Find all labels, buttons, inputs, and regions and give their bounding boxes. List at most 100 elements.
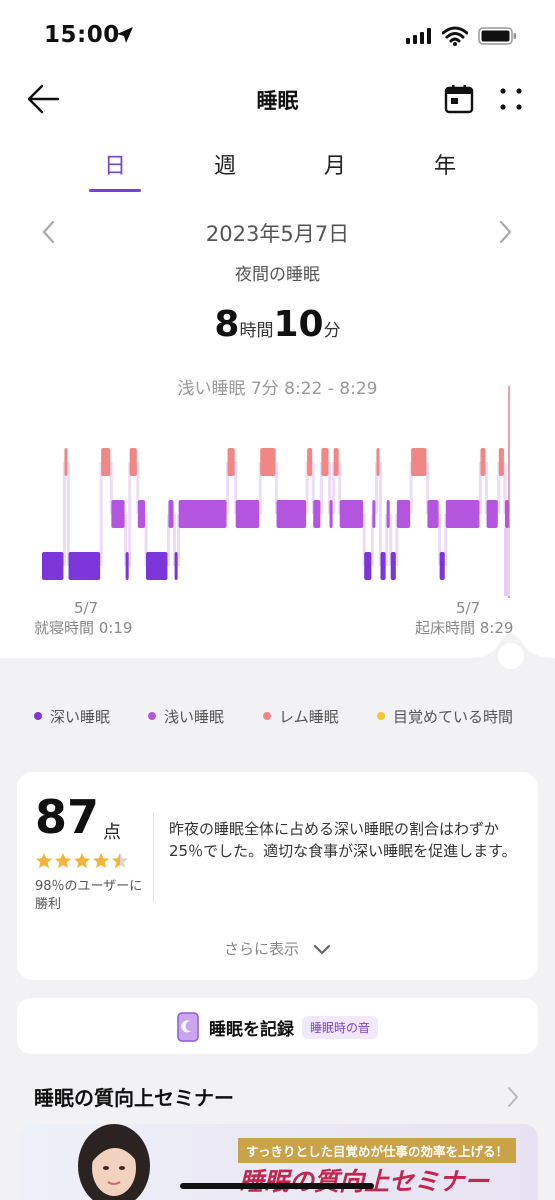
- duration-hours-unit: 時間: [239, 321, 274, 341]
- presenter-photo: [78, 1124, 150, 1200]
- sleep-phone-icon: [177, 1012, 199, 1042]
- home-indicator[interactable]: [180, 1183, 374, 1189]
- tab-month[interactable]: 月: [280, 150, 390, 194]
- sleep-stage-segment[interactable]: [42, 552, 64, 580]
- legend-item-light: 浅い睡眠: [148, 706, 224, 727]
- sleep-stage-segment[interactable]: [260, 448, 276, 476]
- sleep-stage-segment[interactable]: [480, 448, 486, 476]
- record-sleep-button[interactable]: 睡眠を記録 睡眠時の音: [17, 998, 538, 1054]
- sleep-duration: 8時間10分: [0, 304, 555, 345]
- score-unit: 点: [103, 822, 121, 843]
- seminar-section-title[interactable]: 睡眠の質向上セミナー: [34, 1082, 234, 1111]
- sleep-stage-segment[interactable]: [396, 500, 411, 528]
- sleep-stage-segment[interactable]: [101, 448, 111, 476]
- sleep-stage-segment[interactable]: [276, 500, 307, 528]
- start-date-label: 5/7: [74, 599, 99, 617]
- legend-label: 目覚めている時間: [393, 708, 514, 726]
- chevron-right-icon[interactable]: [506, 1086, 520, 1108]
- sleep-stage-segment[interactable]: [64, 448, 68, 476]
- sleep-stage-segment[interactable]: [125, 552, 129, 580]
- sleep-stage-segment[interactable]: [178, 500, 227, 528]
- more-options-icon[interactable]: [498, 84, 524, 114]
- record-sleep-label: 睡眠を記録: [208, 1019, 294, 1040]
- panel-curve: [0, 634, 555, 670]
- sleep-hypnogram-chart[interactable]: [0, 380, 555, 600]
- half-star-icon: [112, 853, 128, 868]
- tab-week[interactable]: 週: [170, 150, 280, 194]
- sleep-stage-segment[interactable]: [386, 500, 390, 528]
- sleep-stage-segment[interactable]: [227, 448, 235, 476]
- nav-bar: 睡眠: [0, 74, 555, 124]
- chevron-right-icon[interactable]: [496, 220, 514, 244]
- calendar-icon[interactable]: [444, 84, 474, 114]
- sleep-stage-segment[interactable]: [390, 552, 396, 580]
- sleep-stage-segment[interactable]: [329, 500, 333, 528]
- divider: [153, 812, 154, 902]
- deep-sleep-dot-icon: [34, 712, 42, 720]
- show-more-button[interactable]: さらに表示: [17, 938, 538, 959]
- sleep-stage-segment[interactable]: [445, 500, 480, 528]
- sleep-stage-segment[interactable]: [68, 552, 101, 580]
- selected-segment-highlight: [504, 528, 510, 596]
- sleep-stage-segment[interactable]: [313, 500, 321, 528]
- location-arrow-icon: [117, 27, 133, 43]
- sleep-stage-segment[interactable]: [439, 552, 445, 580]
- sleep-stage-segment[interactable]: [380, 552, 386, 580]
- stage-transition: [67, 462, 71, 566]
- current-date: 2023年5月7日: [205, 222, 350, 246]
- sleep-sound-tag[interactable]: 睡眠時の音: [301, 1015, 378, 1039]
- sleep-stage-segment[interactable]: [372, 500, 376, 528]
- stage-transition: [379, 462, 383, 566]
- sleep-stage-segment[interactable]: [339, 500, 364, 528]
- status-time: 15:00: [44, 22, 120, 48]
- star-icon: [74, 853, 90, 868]
- sleep-stage-segment[interactable]: [376, 448, 380, 476]
- sleep-stage-segment[interactable]: [174, 552, 178, 580]
- stage-transition: [62, 462, 66, 566]
- sleep-score-card: 87 点 98％のユーザーに勝利 昨夜の睡眠全体に占める深い睡眠の割合はわずか2…: [17, 772, 538, 980]
- legend-item-deep: 深い睡眠: [34, 706, 110, 727]
- sleep-stage-segment[interactable]: [411, 448, 427, 476]
- sleep-stage-segment[interactable]: [168, 500, 174, 528]
- sleep-stage-segment[interactable]: [129, 448, 137, 476]
- sleep-stage-segment[interactable]: [427, 500, 439, 528]
- sleep-stage-segment[interactable]: [146, 552, 168, 580]
- sleep-stage-segment[interactable]: [111, 500, 125, 528]
- stage-transition: [128, 462, 132, 566]
- light-sleep-dot-icon: [148, 712, 156, 720]
- battery-icon: [478, 27, 516, 45]
- legend-label: 深い睡眠: [50, 708, 111, 726]
- legend-label: 浅い睡眠: [164, 708, 225, 726]
- tab-year[interactable]: 年: [390, 150, 500, 194]
- sleep-stage-segment[interactable]: [364, 552, 372, 580]
- date-navigator: 2023年5月7日: [0, 214, 555, 250]
- star-icon: [36, 853, 52, 868]
- status-bar: 15:00: [0, 0, 555, 70]
- banner-tagline: すっきりとした目覚めが仕事の効率を上げる！: [238, 1138, 517, 1163]
- scrub-handle[interactable]: [498, 643, 524, 669]
- star-icon: [55, 853, 71, 868]
- sleep-stage-segment[interactable]: [307, 448, 313, 476]
- sleep-score: 87: [35, 790, 100, 844]
- stage-transition: [99, 462, 103, 566]
- banner-title: 睡眠の質向上セミナー: [239, 1167, 490, 1196]
- show-more-label: さらに表示: [223, 940, 299, 958]
- sleep-stage-segment[interactable]: [498, 448, 504, 476]
- sleep-type-label: 夜間の睡眠: [235, 265, 320, 285]
- star-rating: [36, 853, 128, 868]
- sleep-stage-segment[interactable]: [333, 448, 339, 476]
- sleep-stage-segment[interactable]: [486, 500, 498, 528]
- cellular-signal-icon: [406, 28, 431, 44]
- sleep-stage-segment[interactable]: [235, 500, 260, 528]
- duration-minutes-unit: 分: [323, 321, 341, 341]
- tab-day[interactable]: 日: [60, 150, 170, 194]
- chevron-down-icon: [313, 944, 331, 955]
- sleep-stage-segment[interactable]: [137, 500, 145, 528]
- sleep-stage-segment[interactable]: [321, 448, 329, 476]
- summary-panel: 15:00 睡眠 日 週 月 年 2023年5月7日 夜間の睡眠 8時間10分 …: [0, 0, 555, 660]
- duration-minutes: 10: [273, 304, 324, 345]
- rem-sleep-dot-icon: [263, 712, 271, 720]
- legend-label: レム睡眠: [279, 708, 339, 726]
- end-date-label: 5/7: [456, 599, 481, 617]
- star-icon: [93, 853, 109, 868]
